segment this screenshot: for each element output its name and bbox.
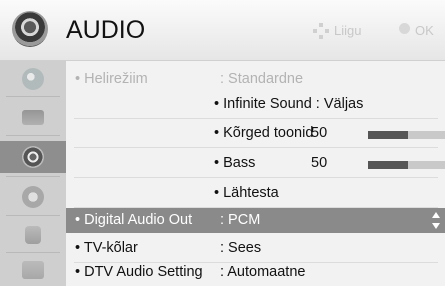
tv-speaker-value: : Sees bbox=[220, 240, 262, 256]
bass-slider[interactable] bbox=[368, 161, 445, 169]
page-title: AUDIO bbox=[66, 16, 146, 44]
dtv-audio-setting-value: : Automaatne bbox=[220, 264, 306, 280]
menu-item-treble[interactable]: • Kõrged toonid 50 bbox=[214, 121, 445, 146]
bass-label: • Bass bbox=[214, 155, 256, 171]
menu-item-sound-mode[interactable]: • Helirežiim : Standardne bbox=[66, 67, 445, 92]
dpad-icon bbox=[313, 23, 329, 39]
sound-mode-label: • Helirežiim bbox=[75, 71, 148, 87]
treble-label: • Kõrged toonid bbox=[214, 125, 314, 141]
menu-item-digital-audio-out[interactable]: • Digital Audio Out : PCM bbox=[66, 208, 445, 233]
digital-audio-out-label: • Digital Audio Out bbox=[75, 212, 193, 228]
screen-icon bbox=[22, 109, 44, 125]
menu-item-tv-speaker[interactable]: • TV-kõlar : Sees bbox=[66, 236, 445, 261]
sidebar-item-screen[interactable] bbox=[0, 101, 66, 133]
move-hint-label: Liigu bbox=[334, 23, 362, 38]
dtv-audio-setting-label: • DTV Audio Setting bbox=[75, 264, 203, 280]
infinite-sound-label: • Infinite Sound : Väljas bbox=[214, 96, 364, 112]
clock-icon bbox=[22, 186, 44, 208]
menu-item-infinite-sound[interactable]: • Infinite Sound : Väljas bbox=[214, 92, 363, 117]
ok-hint-label: OK bbox=[415, 23, 434, 38]
ok-button-icon bbox=[399, 23, 410, 34]
tv-speaker-label: • TV-kõlar bbox=[75, 240, 138, 256]
bass-value: 50 bbox=[311, 155, 328, 171]
menu-item-bass[interactable]: • Bass 50 bbox=[214, 151, 445, 176]
bass-slider-fill bbox=[368, 161, 408, 169]
category-sidebar bbox=[0, 61, 66, 286]
menu-item-dtv-audio-setting[interactable]: • DTV Audio Setting : Automaatne bbox=[66, 260, 445, 285]
treble-value: 50 bbox=[311, 125, 328, 141]
up-down-arrows-icon bbox=[432, 212, 440, 229]
sidebar-item-lock[interactable] bbox=[0, 219, 66, 251]
speaker-icon bbox=[22, 146, 44, 168]
menu-item-reset[interactable]: • Lähtesta bbox=[214, 181, 279, 206]
audio-settings-list: • Helirežiim : Standardne • Infinite Sou… bbox=[66, 61, 445, 286]
digital-audio-out-value: : PCM bbox=[220, 212, 261, 228]
sidebar-item-time[interactable] bbox=[0, 181, 66, 213]
sidebar-item-option[interactable] bbox=[0, 254, 66, 286]
reset-label: • Lähtesta bbox=[214, 185, 279, 201]
menu-header: AUDIO Liigu OK bbox=[0, 0, 445, 61]
picture-icon bbox=[22, 68, 44, 90]
sidebar-item-audio[interactable] bbox=[0, 141, 66, 173]
lock-icon bbox=[25, 226, 41, 244]
audio-icon bbox=[12, 11, 48, 47]
treble-slider-fill bbox=[368, 131, 408, 139]
option-icon bbox=[22, 261, 44, 279]
sidebar-item-picture[interactable] bbox=[0, 63, 66, 95]
treble-slider[interactable] bbox=[368, 131, 445, 139]
sound-mode-value: : Standardne bbox=[220, 71, 304, 87]
